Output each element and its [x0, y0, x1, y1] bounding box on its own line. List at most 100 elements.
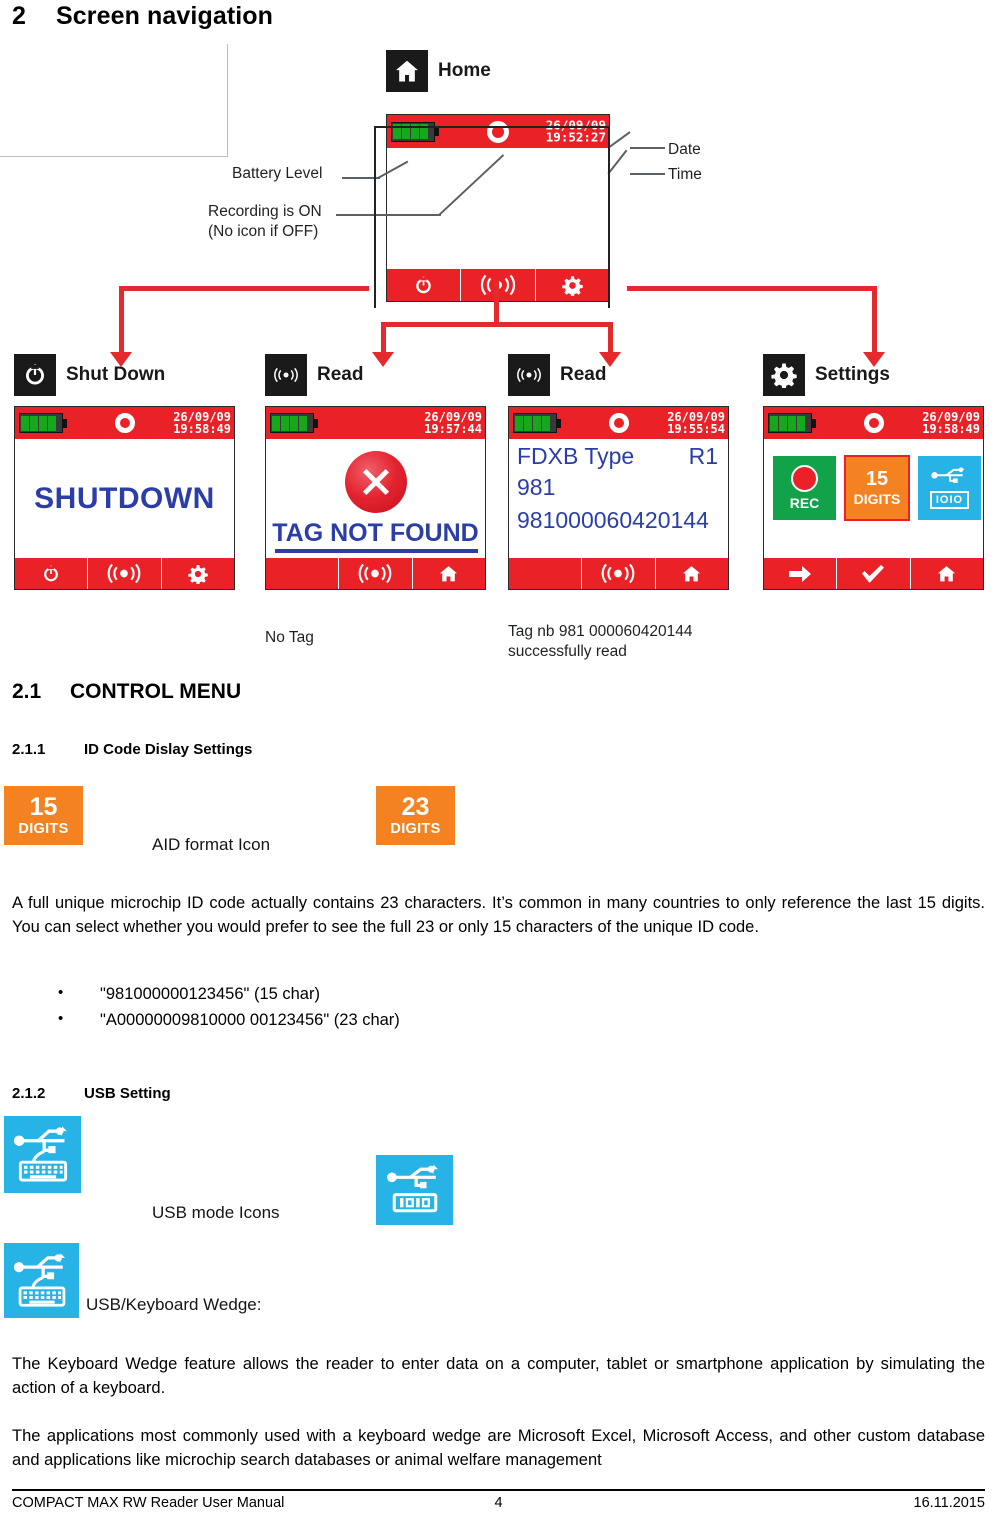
- recording-annotation-line2: (No icon if OFF): [208, 222, 319, 240]
- shutdown-screen-body: SHUTDOWN: [15, 439, 234, 558]
- recording-annotation-line1: Recording is ON: [208, 203, 322, 220]
- battery-level-annotation: Battery Level: [232, 165, 323, 182]
- digits-tile-label: DIGITS: [853, 491, 901, 507]
- frame-line-left: [374, 126, 376, 308]
- settings-label: Settings: [815, 364, 890, 385]
- branch-bar-right: [627, 286, 877, 291]
- tag-read-caption-line2: successfully read: [508, 643, 627, 661]
- digits-23-number: 23: [401, 792, 430, 821]
- list-item: "981000000123456" (15 char): [58, 981, 400, 1008]
- date-annotation: Date: [668, 141, 701, 158]
- document-page: 2 Screen navigation Home 26/09/09 19:52:…: [0, 0, 997, 1525]
- id-code-paragraph: A full unique microchip ID code actually…: [12, 894, 985, 936]
- home-screen-body: [387, 148, 609, 269]
- nav-home-button[interactable]: [656, 558, 728, 589]
- nav-power-button[interactable]: [387, 269, 462, 301]
- frame-line-top: [374, 126, 610, 128]
- control-menu-title: CONTROL MENU: [70, 680, 242, 703]
- settings-datetime: 26/09/09 19:58:49: [922, 411, 980, 436]
- error-x-icon: [344, 451, 407, 513]
- rec-tile[interactable]: REC: [773, 456, 836, 520]
- time-leader-line: [630, 173, 665, 175]
- recording-on-icon: [114, 413, 135, 433]
- nav-next-button[interactable]: [764, 558, 838, 589]
- heading-id-code: 2.1.1 ID Code Dislay Settings: [12, 741, 252, 758]
- nav-settings-button[interactable]: [536, 269, 609, 301]
- gear-icon: [763, 354, 805, 396]
- settings-time: 19:58:49: [922, 422, 980, 436]
- digits-15-icon: 15 DIGITS: [4, 786, 83, 845]
- screen-navigation-diagram: Home 26/09/09 19:52:27 Battery Level Rec…: [0, 34, 997, 660]
- branch-stem-center: [494, 280, 499, 326]
- tag-not-found-text: TAG NOT FOUND: [272, 519, 479, 547]
- branch-bar-left: [119, 286, 369, 291]
- heading-control-menu: 2.1 CONTROL MENU: [12, 680, 241, 704]
- rec-tile-label: REC: [789, 495, 820, 511]
- heading-usb-setting: 2.1.2 USB Setting: [12, 1085, 171, 1102]
- tagnotfound-screen-body: TAG NOT FOUND: [266, 439, 485, 558]
- nav-blank-button[interactable]: [509, 558, 583, 589]
- digits-23-icon: 23 DIGITS: [376, 786, 455, 845]
- usb-serial-tile[interactable]: IOIO: [918, 456, 981, 520]
- usb-setting-title: USB Setting: [84, 1085, 171, 1102]
- tag-type-label: FDXB Type: [517, 443, 635, 469]
- shutdown-time: 19:58:49: [173, 422, 231, 436]
- tagread-screen-body: FDXB Type R1 981 981000060420144: [509, 439, 728, 558]
- nav-home-button[interactable]: [413, 558, 485, 589]
- tag-read-caption-line1: Tag nb 981 000060420144: [508, 623, 693, 640]
- date-leader-line: [630, 147, 665, 149]
- usb-keyboard-wedge-icon: [4, 1243, 79, 1318]
- settings-screen-body: REC 15 DIGITS IOIO: [764, 439, 983, 558]
- home-label: Home: [438, 60, 491, 81]
- tagnotfound-nav-bar: [266, 558, 485, 589]
- nav-settings-button[interactable]: [162, 558, 234, 589]
- read-wave-icon: [508, 354, 550, 396]
- tagnotfound-datetime: 26/09/09 19:57:44: [424, 411, 482, 436]
- usb-keyboard-wedge-label: USB/Keyboard Wedge:: [86, 1295, 262, 1314]
- shutdown-screen: 26/09/09 19:58:49 SHUTDOWN: [14, 406, 235, 590]
- nav-read-button[interactable]: [88, 558, 162, 589]
- footer-divider: [12, 1489, 985, 1491]
- nav-power-button[interactable]: [15, 558, 89, 589]
- tagread-datetime: 26/09/09 19:55:54: [667, 411, 725, 436]
- settings-status-bar: 26/09/09 19:58:49: [764, 407, 983, 439]
- tag-not-found-screen: 26/09/09 19:57:44 TAG NOT FOUND: [265, 406, 486, 590]
- nav-confirm-button[interactable]: [837, 558, 911, 589]
- branch-bar-center: [381, 322, 612, 327]
- battery-icon: [19, 413, 67, 433]
- shutdown-datetime: 26/09/09 19:58:49: [173, 411, 231, 436]
- footer-page-number: 4: [494, 1495, 503, 1511]
- shutdown-label: Shut Down: [66, 364, 166, 385]
- branch-down-settings: [872, 286, 877, 354]
- id-code-number: 2.1.1: [12, 741, 46, 758]
- digits-tile[interactable]: 15 DIGITS: [844, 455, 910, 521]
- nav-home-button[interactable]: [911, 558, 983, 589]
- tag-read-caption: Tag nb 981 000060420144 successfully rea…: [508, 622, 692, 662]
- arrow-read1: [372, 352, 394, 367]
- settings-tiles: REC 15 DIGITS IOIO: [773, 455, 981, 521]
- home-icon: [386, 50, 428, 92]
- nav-read-button[interactable]: [582, 558, 656, 589]
- usb-paragraph-1: The Keyboard Wedge feature allows the re…: [12, 1355, 985, 1397]
- tagnotfound-time: 19:57:44: [424, 422, 482, 436]
- tagnotfound-status-bar: 26/09/09 19:57:44: [266, 407, 485, 439]
- tag-r1-label: R1: [688, 443, 718, 469]
- usb-paragraph-2: The applications most commonly used with…: [12, 1427, 985, 1469]
- nav-blank-button[interactable]: [266, 558, 340, 589]
- recording-on-icon: [863, 413, 884, 433]
- page-title: 2 Screen navigation: [12, 2, 273, 31]
- home-screen: 26/09/09 19:52:27: [386, 114, 610, 302]
- shutdown-nav-bar: [15, 558, 234, 589]
- read-label-2: Read: [560, 364, 607, 385]
- nav-read-button[interactable]: [339, 558, 413, 589]
- aid-format-caption: AID format Icon: [152, 835, 271, 854]
- branch-down-read2: [608, 322, 613, 354]
- time-annotation: Time: [668, 166, 702, 183]
- branch-down-read1: [381, 322, 386, 354]
- recording-on-icon: [608, 413, 629, 433]
- battery-icon: [768, 413, 816, 433]
- settings-screen: 26/09/09 19:58:49 REC 15 DIGITS IOIO: [763, 406, 984, 590]
- id-code-title: ID Code Dislay Settings: [84, 741, 253, 758]
- shutdown-status-bar: 26/09/09 19:58:49: [15, 407, 234, 439]
- branch-down-shutdown: [119, 286, 124, 354]
